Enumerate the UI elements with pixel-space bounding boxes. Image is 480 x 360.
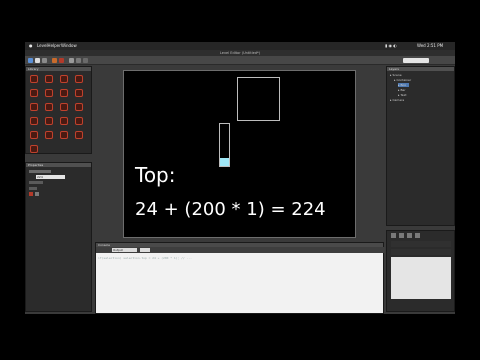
library-item-icon[interactable] xyxy=(45,117,53,125)
library-item-icon[interactable] xyxy=(30,103,38,111)
tools-panel xyxy=(386,230,455,312)
outliner-row[interactable]: ▸ Scene xyxy=(390,73,402,77)
tool-row[interactable] xyxy=(391,241,451,247)
library-item-icon[interactable] xyxy=(45,131,53,139)
library-item-icon[interactable] xyxy=(60,75,68,83)
library-header: Library xyxy=(26,67,91,71)
stage-canvas[interactable]: Top: 24 + (200 * 1) = 224 xyxy=(123,70,356,238)
library-item-icon[interactable] xyxy=(45,103,53,111)
library-item-icon[interactable] xyxy=(30,117,38,125)
outliner-row[interactable]: ▸ Text xyxy=(398,93,407,97)
properties-panel: Properties 224 xyxy=(25,162,92,312)
color-swatch[interactable] xyxy=(29,192,33,196)
formula-text: 24 + (200 * 1) = 224 xyxy=(135,199,326,220)
console-line: if(selection) selection.top = 24 + (200 … xyxy=(98,256,192,260)
library-item-icon[interactable] xyxy=(30,145,38,153)
library-item-icon[interactable] xyxy=(75,117,83,125)
library-item-icon[interactable] xyxy=(60,131,68,139)
window-menu[interactable]: Window xyxy=(61,42,77,50)
properties-header: Properties xyxy=(26,163,91,167)
library-item-icon[interactable] xyxy=(45,89,53,97)
move-tool-icon[interactable] xyxy=(76,57,81,63)
preview-pane xyxy=(391,257,451,299)
library-item-icon[interactable] xyxy=(60,117,68,125)
library-item-icon[interactable] xyxy=(30,89,38,97)
app-menu[interactable]: LevelHelper xyxy=(37,42,61,50)
library-item-icon[interactable] xyxy=(75,89,83,97)
editor-window: ● LevelHelper Window ▮ ◉ ◐ Wed 2:51 PM L… xyxy=(25,42,455,314)
outliner-row[interactable]: ▸ Camera xyxy=(390,98,404,102)
outliner-row[interactable]: ▸ Container xyxy=(394,78,411,82)
tool-row[interactable] xyxy=(391,249,451,255)
property-label xyxy=(29,187,37,190)
zoom-tool-icon[interactable] xyxy=(83,57,88,63)
library-item-icon[interactable] xyxy=(60,103,68,111)
bar-fill xyxy=(220,158,229,166)
formula-label: Top: xyxy=(135,163,176,187)
outliner-row[interactable]: ▸ Bar xyxy=(398,88,406,92)
library-item-icon[interactable] xyxy=(75,131,83,139)
menubar: ● LevelHelper Window ▮ ◉ ◐ Wed 2:51 PM xyxy=(25,42,455,50)
open-icon[interactable] xyxy=(35,57,40,63)
apple-icon[interactable]: ● xyxy=(29,42,33,50)
tool-icon[interactable] xyxy=(391,233,396,238)
tool-icon[interactable] xyxy=(407,233,412,238)
outliner-row[interactable]: ▸ Box xyxy=(398,83,410,87)
tool-icon[interactable] xyxy=(399,233,404,238)
save-icon[interactable] xyxy=(42,57,47,63)
select-tool-icon[interactable] xyxy=(69,57,74,63)
clock: Wed 2:51 PM xyxy=(417,43,444,48)
tool-icon[interactable] xyxy=(415,233,420,238)
toolbar xyxy=(25,56,455,65)
filter-select[interactable] xyxy=(140,248,150,252)
property-label xyxy=(29,170,51,173)
undo-icon[interactable] xyxy=(52,57,57,63)
library-item-icon[interactable] xyxy=(75,103,83,111)
status-icons: ▮ ◉ ◐ xyxy=(385,43,397,48)
search-input[interactable] xyxy=(403,57,429,63)
console-panel: Console Output if(selection) selection.t… xyxy=(95,242,385,314)
console-toolbar: Output xyxy=(96,247,385,253)
library-item-icon[interactable] xyxy=(30,131,38,139)
outliner-panel: Layers ▸ Scene ▸ Container ▸ Box ▸ Bar ▸ Tex… xyxy=(386,66,455,226)
bar-element[interactable] xyxy=(219,123,230,167)
square-element[interactable] xyxy=(237,77,280,121)
library-panel: Library xyxy=(25,66,92,154)
property-field[interactable]: 224 xyxy=(36,175,65,179)
color-swatch[interactable] xyxy=(35,192,39,196)
library-item-icon[interactable] xyxy=(45,75,53,83)
console-tab[interactable]: Output xyxy=(112,248,137,252)
new-icon[interactable] xyxy=(28,57,33,63)
library-item-icon[interactable] xyxy=(60,89,68,97)
library-item-icon[interactable] xyxy=(30,75,38,83)
outliner-header: Layers xyxy=(387,67,454,71)
redo-icon[interactable] xyxy=(59,57,64,63)
library-item-icon[interactable] xyxy=(75,75,83,83)
property-label xyxy=(29,181,43,184)
